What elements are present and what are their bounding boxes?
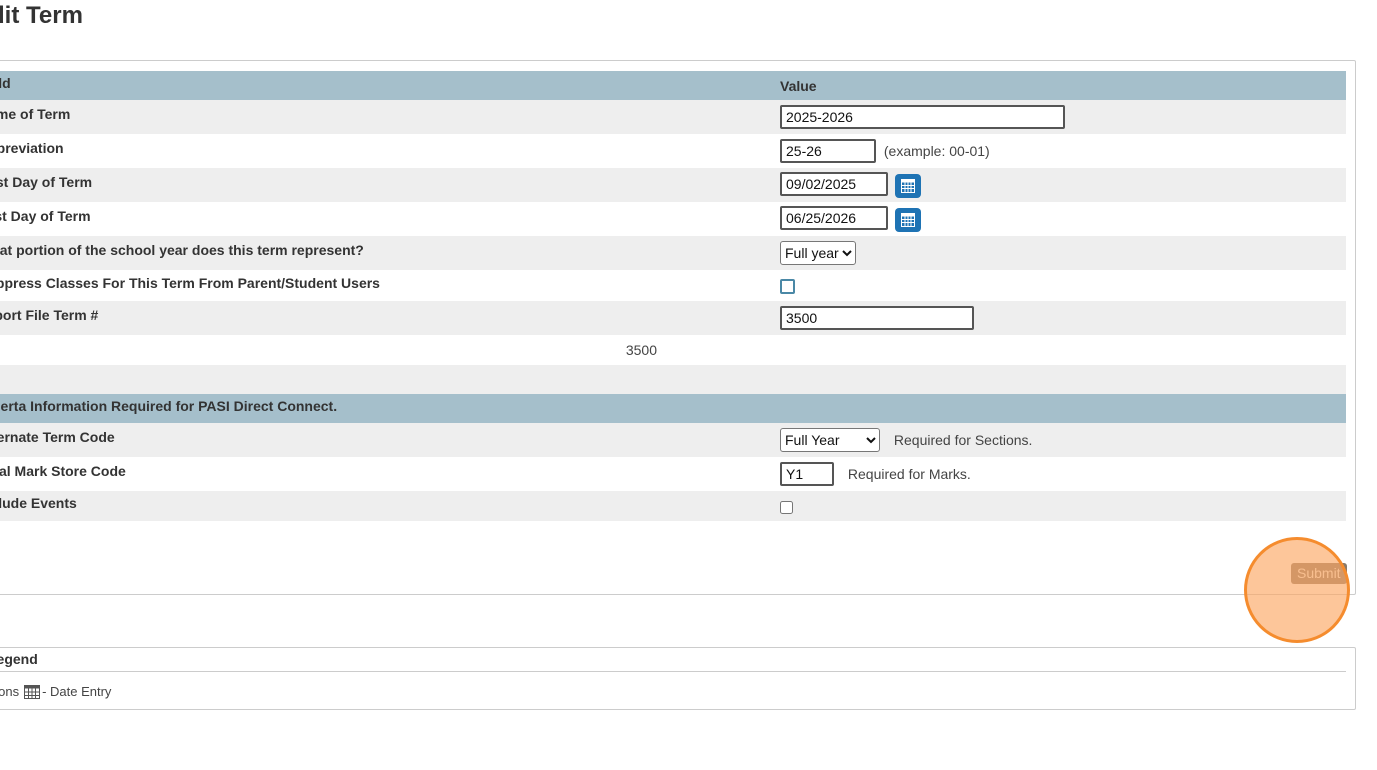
- last-day-calendar-button[interactable]: [894, 207, 921, 232]
- first-day-label: First Day of Term: [0, 168, 773, 202]
- table-row: Final Mark Store Code Required for Marks…: [0, 457, 1346, 491]
- name-of-term-input[interactable]: [780, 105, 1065, 129]
- alt-term-select[interactable]: Full Year: [780, 428, 880, 452]
- abbreviation-label: Abbreviation: [0, 134, 773, 168]
- table-row: First Day of Term: [0, 168, 1346, 202]
- table-row: Name of Term: [0, 100, 1346, 134]
- final-mark-input[interactable]: [780, 462, 834, 486]
- table-row: 3500: [0, 335, 1346, 365]
- calendar-icon: [900, 212, 915, 227]
- legend-box: [0, 647, 1356, 710]
- abbreviation-input[interactable]: [780, 139, 876, 163]
- value-column-header: Value: [773, 71, 1346, 100]
- alt-term-hint: Required for Sections.: [893, 432, 1033, 448]
- field-column-header: Field: [0, 71, 773, 100]
- table-header-row: Field Value: [0, 71, 1346, 100]
- table-row: Last Day of Term: [0, 202, 1346, 236]
- table-row: Abbreviation (example: 00-01): [0, 134, 1346, 168]
- legend-title: Legend: [0, 651, 38, 667]
- calendar-icon: [24, 684, 41, 699]
- first-day-calendar-button[interactable]: [894, 173, 921, 198]
- submit-wrap: Submit: [1291, 563, 1347, 584]
- page-title: Edit Term: [0, 2, 83, 29]
- term-form-table: Field Value Name of Term Abbreviation (e…: [0, 71, 1346, 521]
- first-day-input[interactable]: [780, 172, 888, 197]
- calendar-icon: [900, 178, 915, 193]
- legend-date-entry: - Date Entry: [42, 684, 112, 699]
- table-row: What portion of the school year does thi…: [0, 236, 1346, 270]
- include-events-label: Include Events: [0, 491, 773, 521]
- name-of-term-label: Name of Term: [0, 100, 773, 134]
- table-row: [0, 365, 1346, 394]
- abbreviation-hint: (example: 00-01): [883, 143, 990, 159]
- alt-term-label: Alternate Term Code: [0, 423, 773, 457]
- import-term-input[interactable]: [780, 306, 974, 330]
- legend-icons-label: Icons: [0, 684, 20, 699]
- table-row: Import File Term #: [0, 301, 1346, 335]
- portion-label: What portion of the school year does thi…: [0, 236, 773, 270]
- include-events-checkbox[interactable]: [780, 500, 793, 514]
- final-mark-hint: Required for Marks.: [847, 466, 971, 482]
- suppress-checkbox[interactable]: [780, 278, 795, 294]
- table-row: Suppress Classes For This Term From Pare…: [0, 270, 1346, 301]
- final-mark-label: Final Mark Store Code: [0, 457, 773, 491]
- alberta-section-header: Alberta Information Required for PASI Di…: [0, 394, 1346, 423]
- last-day-input[interactable]: [780, 206, 888, 231]
- import-term-label: Import File Term #: [0, 301, 773, 335]
- portion-select[interactable]: Full year: [780, 241, 856, 265]
- table-row: Alternate Term Code Full Year Required f…: [0, 423, 1346, 457]
- submit-button[interactable]: Submit: [1291, 563, 1347, 584]
- last-day-label: Last Day of Term: [0, 202, 773, 236]
- term-id-value: 3500: [0, 335, 773, 365]
- table-row: Include Events: [0, 491, 1346, 521]
- legend-row: Icons - Date Entry: [0, 684, 111, 699]
- legend-divider: [0, 671, 1346, 672]
- suppress-label: Suppress Classes For This Term From Pare…: [0, 270, 773, 301]
